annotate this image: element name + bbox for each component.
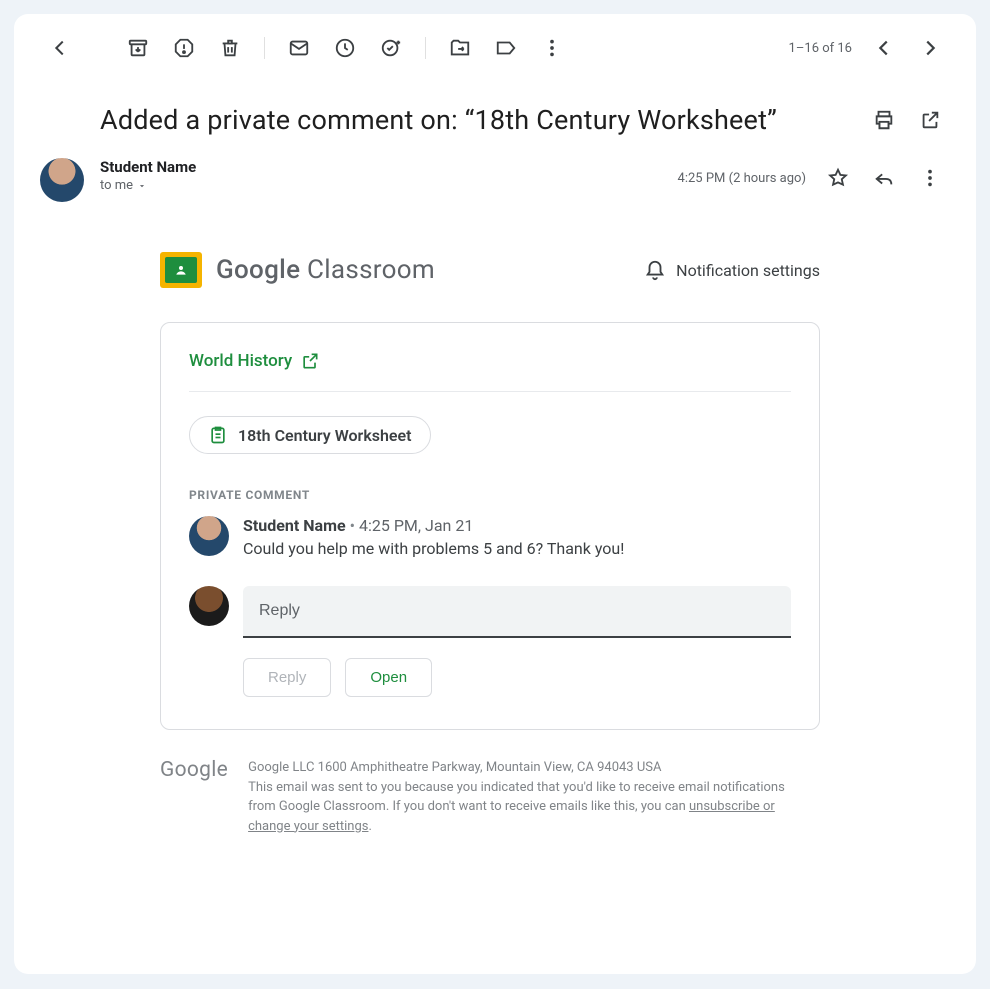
mark-unread-button[interactable] xyxy=(279,28,319,68)
google-footer-logo: Google xyxy=(160,758,228,836)
more-button[interactable] xyxy=(532,28,572,68)
back-button[interactable] xyxy=(40,28,80,68)
comment-avatar xyxy=(189,516,229,556)
recipient-dropdown[interactable]: to me xyxy=(100,178,662,193)
sender-row: Student Name to me 4:25 PM (2 hours ago) xyxy=(40,158,950,202)
email-timestamp: 4:25 PM (2 hours ago) xyxy=(678,171,806,186)
teacher-avatar xyxy=(189,586,229,626)
private-comment: Student Name•4:25 PM, Jan 21 Could you h… xyxy=(189,516,791,558)
class-name: World History xyxy=(189,351,292,371)
email-toolbar: 1–16 of 16 xyxy=(40,24,950,72)
subject-row: Added a private comment on: “18th Centur… xyxy=(100,100,950,140)
footer-address: Google LLC 1600 Amphitheatre Parkway, Mo… xyxy=(248,758,808,778)
open-new-window-button[interactable] xyxy=(910,100,950,140)
assignment-icon xyxy=(208,425,228,445)
email-subject: Added a private comment on: “18th Centur… xyxy=(100,104,864,136)
footer-text: Google LLC 1600 Amphitheatre Parkway, Mo… xyxy=(248,758,808,836)
button-row: Reply Open xyxy=(243,658,791,697)
move-to-button[interactable] xyxy=(440,28,480,68)
email-body: Google Classroom Notification settings W… xyxy=(160,252,820,836)
reply-row xyxy=(189,586,791,638)
archive-button[interactable] xyxy=(118,28,158,68)
reply-input[interactable] xyxy=(243,586,791,638)
comment-timestamp: 4:25 PM, Jan 21 xyxy=(359,516,473,535)
assignment-chip[interactable]: 18th Century Worksheet xyxy=(189,416,431,454)
open-in-new-icon xyxy=(300,351,320,371)
email-view: 1–16 of 16 Added a private comment on: “… xyxy=(14,14,976,974)
reply-submit-button: Reply xyxy=(243,658,331,697)
newer-button[interactable] xyxy=(864,28,904,68)
private-comment-label: PRIVATE COMMENT xyxy=(189,488,791,502)
page-count: 1–16 of 16 xyxy=(789,41,852,56)
email-footer: Google Google LLC 1600 Amphitheatre Park… xyxy=(160,758,820,836)
labels-button[interactable] xyxy=(486,28,526,68)
bell-icon xyxy=(644,259,666,281)
classroom-brand: Google Classroom xyxy=(216,255,435,285)
toolbar-separator xyxy=(264,37,265,59)
report-spam-button[interactable] xyxy=(164,28,204,68)
comment-header: Student Name•4:25 PM, Jan 21 xyxy=(243,516,624,535)
assignment-chip-label: 18th Century Worksheet xyxy=(238,426,412,445)
older-button[interactable] xyxy=(910,28,950,68)
comment-text: Could you help me with problems 5 and 6?… xyxy=(243,539,624,558)
comment-author: Student Name xyxy=(243,516,346,535)
sender-avatar[interactable] xyxy=(40,158,84,202)
sender-name: Student Name xyxy=(100,158,662,176)
toolbar-separator xyxy=(425,37,426,59)
snooze-button[interactable] xyxy=(325,28,365,68)
reply-button[interactable] xyxy=(864,158,904,198)
message-more-button[interactable] xyxy=(910,158,950,198)
recipient-label: to me xyxy=(100,178,133,193)
notification-settings-link[interactable]: Notification settings xyxy=(644,259,820,281)
delete-button[interactable] xyxy=(210,28,250,68)
open-button[interactable]: Open xyxy=(345,658,432,697)
print-button[interactable] xyxy=(864,100,904,140)
add-to-tasks-button[interactable] xyxy=(371,28,411,68)
chevron-down-icon xyxy=(137,181,147,191)
class-link[interactable]: World History xyxy=(189,351,791,392)
star-button[interactable] xyxy=(818,158,858,198)
classroom-logo-icon xyxy=(160,252,202,288)
notification-settings-label: Notification settings xyxy=(676,261,820,280)
classroom-header: Google Classroom Notification settings xyxy=(160,252,820,288)
classroom-card: World History 18th Century Worksheet PRI… xyxy=(160,322,820,730)
